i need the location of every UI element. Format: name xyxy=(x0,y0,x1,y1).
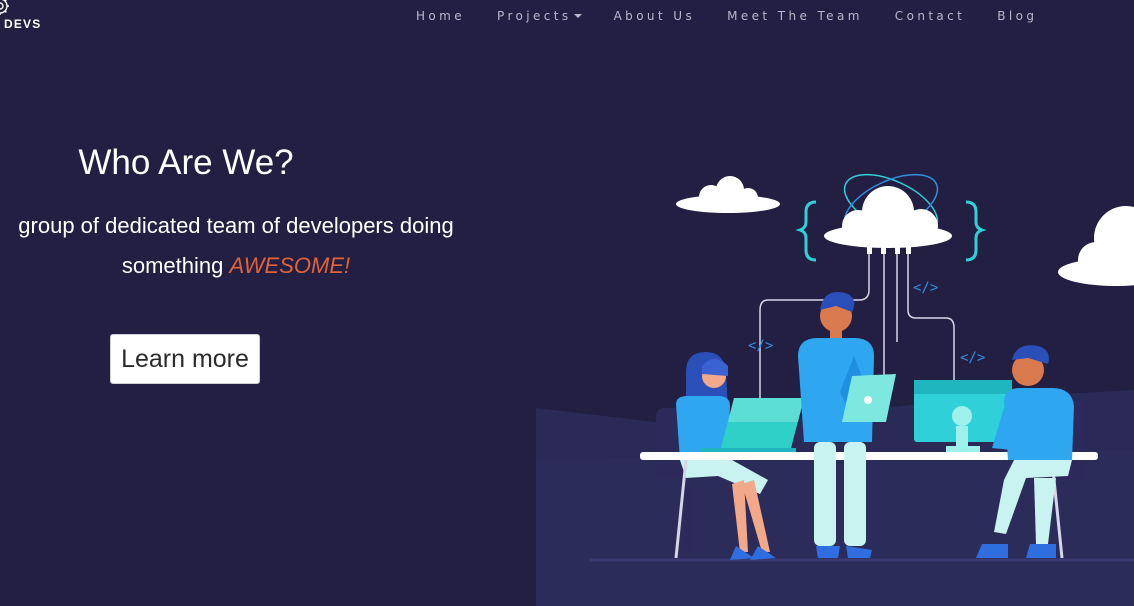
hero-subtitle-line1: group of dedicated team of developers do… xyxy=(18,213,454,238)
brand-logo[interactable]: A DEVS xyxy=(0,0,60,38)
hero-subtitle-line2: something AWESOME! xyxy=(0,246,502,286)
nav-blog-label: Blog xyxy=(997,9,1038,23)
nav-home[interactable]: Home xyxy=(416,9,465,23)
nav-contact-label: Contact xyxy=(894,9,966,23)
nav-blog[interactable]: Blog xyxy=(997,9,1037,23)
code-tag-left: </> xyxy=(748,338,773,354)
cloud-right xyxy=(1058,206,1134,286)
nav-about-label: About Us xyxy=(613,9,696,23)
nav-home-label: Home xyxy=(416,9,466,23)
code-tag-right: </> xyxy=(960,350,985,366)
nav-contact[interactable]: Contact xyxy=(895,9,966,23)
hero-subtitle-prefix: something xyxy=(121,253,230,278)
main-nav: Home Projects About Us Meet The Team Con… xyxy=(416,7,1069,25)
nav-meet-the-team[interactable]: Meet The Team xyxy=(727,9,863,23)
hero-title: Who Are We? xyxy=(78,143,294,182)
brand-name: A DEVS xyxy=(0,17,42,31)
code-tag-center: </> xyxy=(913,280,938,296)
nav-about-us[interactable]: About Us xyxy=(614,9,696,23)
cloud-central xyxy=(795,173,987,262)
hero-subtitle: group of dedicated team of developers do… xyxy=(0,206,502,286)
nav-projects-label: Projects xyxy=(497,9,572,23)
nav-projects[interactable]: Projects xyxy=(497,9,582,23)
team-illustration: </> </> </> xyxy=(536,173,1134,606)
caret-down-icon xyxy=(573,14,582,18)
learn-more-button[interactable]: Learn more xyxy=(110,334,260,384)
nav-team-label: Meet The Team xyxy=(727,9,863,23)
cloud-small xyxy=(676,176,780,213)
hero-highlight: AWESOME! xyxy=(229,253,351,278)
